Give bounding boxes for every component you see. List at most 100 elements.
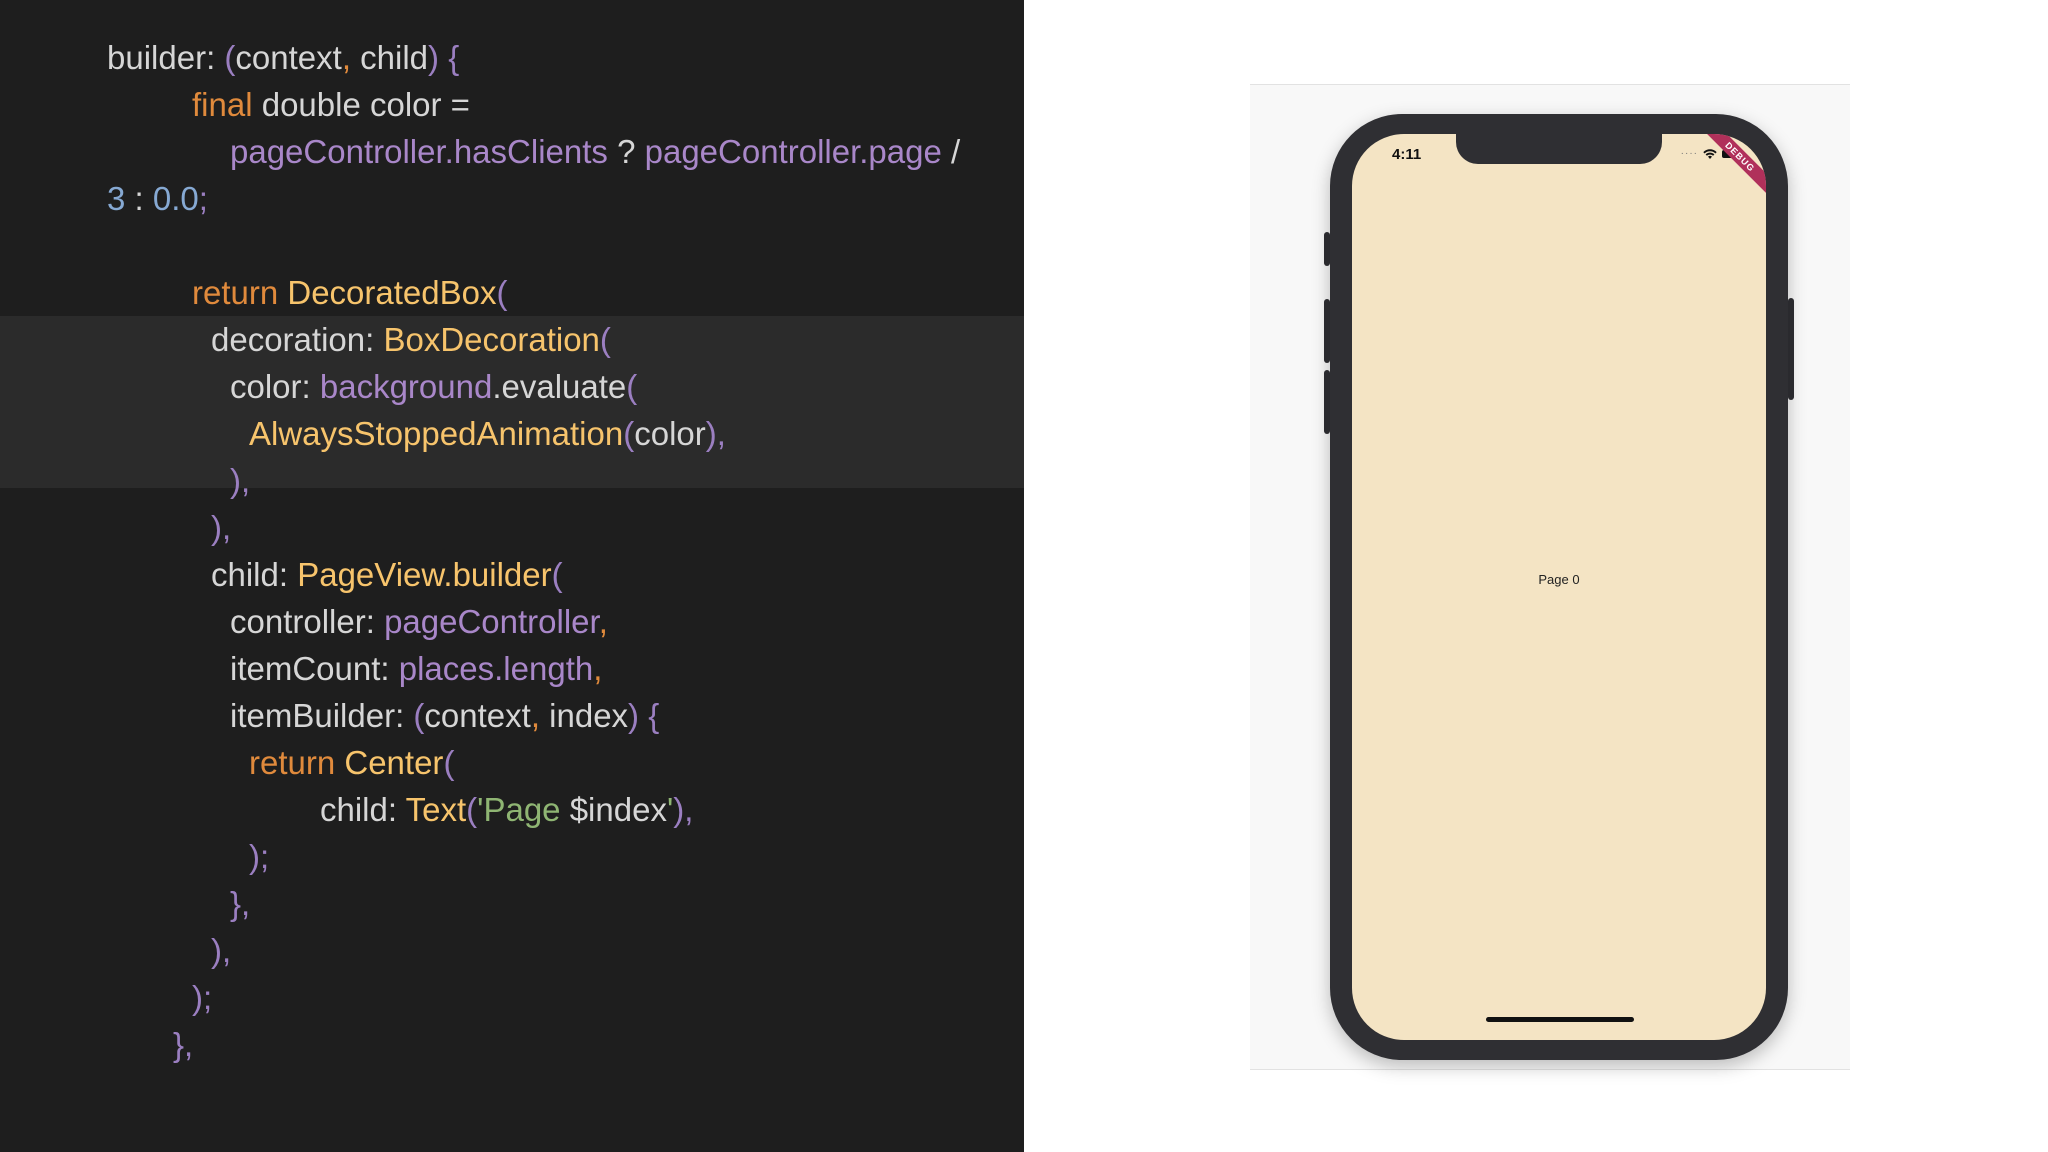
- power-button: [1788, 298, 1794, 400]
- code-token: (: [626, 368, 638, 405]
- code-line[interactable]: );: [192, 974, 212, 1021]
- code-token: ?: [607, 133, 645, 170]
- code-token: itemBuilder:: [230, 697, 414, 734]
- code-line[interactable]: child: PageView.builder(: [211, 551, 563, 598]
- mute-switch: [1324, 232, 1330, 266]
- code-line[interactable]: color: background.evaluate(: [230, 363, 637, 410]
- code-token: final: [192, 86, 253, 123]
- code-token: },: [173, 1026, 194, 1063]
- code-token: ;: [198, 180, 208, 217]
- code-line[interactable]: controller: pageController,: [230, 598, 608, 645]
- code-token: pageController: [644, 133, 860, 170]
- code-token: context: [424, 697, 531, 734]
- code-token: (: [623, 415, 635, 452]
- code-line[interactable]: builder: (context, child) {: [107, 34, 459, 81]
- code-token: ,: [598, 603, 608, 640]
- code-line[interactable]: decoration: BoxDecoration(: [211, 316, 611, 363]
- code-token: BoxDecoration: [383, 321, 600, 358]
- code-token: child:: [211, 556, 298, 593]
- code-line[interactable]: ),: [230, 457, 250, 504]
- page-text: Page 0: [1538, 572, 1580, 587]
- code-token: ,: [341, 39, 361, 76]
- code-line[interactable]: ),: [211, 927, 231, 974]
- code-token: .hasClients: [444, 133, 608, 170]
- code-token: 0.0: [152, 180, 199, 217]
- code-token: ),: [211, 932, 232, 969]
- code-line[interactable]: itemCount: places.length,: [230, 645, 602, 692]
- code-token: return: [249, 744, 345, 781]
- code-token: );: [249, 838, 270, 875]
- code-token: itemCount:: [230, 650, 399, 687]
- code-token: ),: [230, 462, 251, 499]
- code-token: color: [634, 415, 706, 452]
- code-token: places: [398, 650, 495, 687]
- code-token: (: [551, 556, 563, 593]
- code-token: (: [599, 321, 611, 358]
- signal-icon: ····: [1680, 148, 1698, 159]
- volume-up-button: [1324, 299, 1330, 363]
- code-line[interactable]: return DecoratedBox(: [192, 269, 508, 316]
- code-token: return: [192, 274, 288, 311]
- code-token: (: [413, 697, 425, 734]
- debug-banner: DEBUG: [1692, 134, 1766, 205]
- code-line[interactable]: );: [249, 833, 269, 880]
- code-token: 3: [107, 180, 126, 217]
- code-token: double color =: [252, 86, 470, 123]
- code-token: ),: [211, 509, 232, 546]
- code-line[interactable]: return Center(: [249, 739, 454, 786]
- code-token: $index: [569, 791, 667, 828]
- code-token: child: [360, 39, 429, 76]
- code-token: controller:: [230, 603, 385, 640]
- code-token: :: [125, 180, 153, 217]
- phone-frame: 4:11 ···· DEBUG Page 0: [1324, 114, 1794, 1060]
- code-token: 'Page: [477, 791, 570, 828]
- status-time: 4:11: [1392, 146, 1422, 163]
- code-token: (: [466, 791, 478, 828]
- code-token: /: [941, 133, 961, 170]
- app-window: builder: (context, child) {final double …: [0, 0, 2048, 1152]
- code-token: },: [230, 885, 251, 922]
- code-token: context: [235, 39, 342, 76]
- code-token: Center: [344, 744, 444, 781]
- code-line[interactable]: child: Text('Page $index'),: [320, 786, 693, 833]
- notch: [1456, 134, 1662, 164]
- wifi-icon: [1703, 148, 1717, 159]
- code-token: );: [192, 979, 213, 1016]
- code-line[interactable]: AlwaysStoppedAnimation(color),: [249, 410, 726, 457]
- code-token: (: [224, 39, 236, 76]
- code-line[interactable]: itemBuilder: (context, index) {: [230, 692, 659, 739]
- code-token: ) {: [428, 39, 460, 76]
- code-line[interactable]: pageController.hasClients ? pageControll…: [230, 128, 960, 175]
- code-token: .length: [494, 650, 594, 687]
- code-line[interactable]: ),: [211, 504, 231, 551]
- code-token: ),: [705, 415, 726, 452]
- device-preview-panel: 4:11 ···· DEBUG Page 0: [1024, 0, 2048, 1152]
- code-token: ) {: [628, 697, 660, 734]
- code-token: (: [496, 274, 508, 311]
- phone-screen[interactable]: 4:11 ···· DEBUG Page 0: [1352, 134, 1766, 1040]
- code-token: background: [319, 368, 493, 405]
- code-token: PageView.builder: [297, 556, 552, 593]
- code-token: ,: [593, 650, 603, 687]
- code-token: index: [549, 697, 629, 734]
- code-token: pageController: [384, 603, 599, 640]
- code-token: AlwaysStoppedAnimation: [249, 415, 624, 452]
- code-line[interactable]: final double color =: [192, 81, 470, 128]
- code-token: decoration:: [211, 321, 384, 358]
- code-token: pageController: [230, 133, 445, 170]
- code-line[interactable]: 3 : 0.0;: [107, 175, 208, 222]
- home-indicator[interactable]: [1486, 1017, 1634, 1022]
- code-token: builder:: [107, 39, 225, 76]
- code-token: (: [443, 744, 455, 781]
- code-token: ),: [673, 791, 694, 828]
- code-token: .page: [859, 133, 942, 170]
- code-token: ,: [530, 697, 550, 734]
- code-token: child:: [320, 791, 406, 828]
- code-token: Text: [405, 791, 467, 828]
- code-token: .evaluate: [492, 368, 627, 405]
- code-editor-panel: builder: (context, child) {final double …: [0, 0, 1024, 1152]
- code-line[interactable]: },: [230, 880, 250, 927]
- code-line[interactable]: },: [173, 1021, 193, 1068]
- code-token: DecoratedBox: [287, 274, 497, 311]
- volume-down-button: [1324, 370, 1330, 434]
